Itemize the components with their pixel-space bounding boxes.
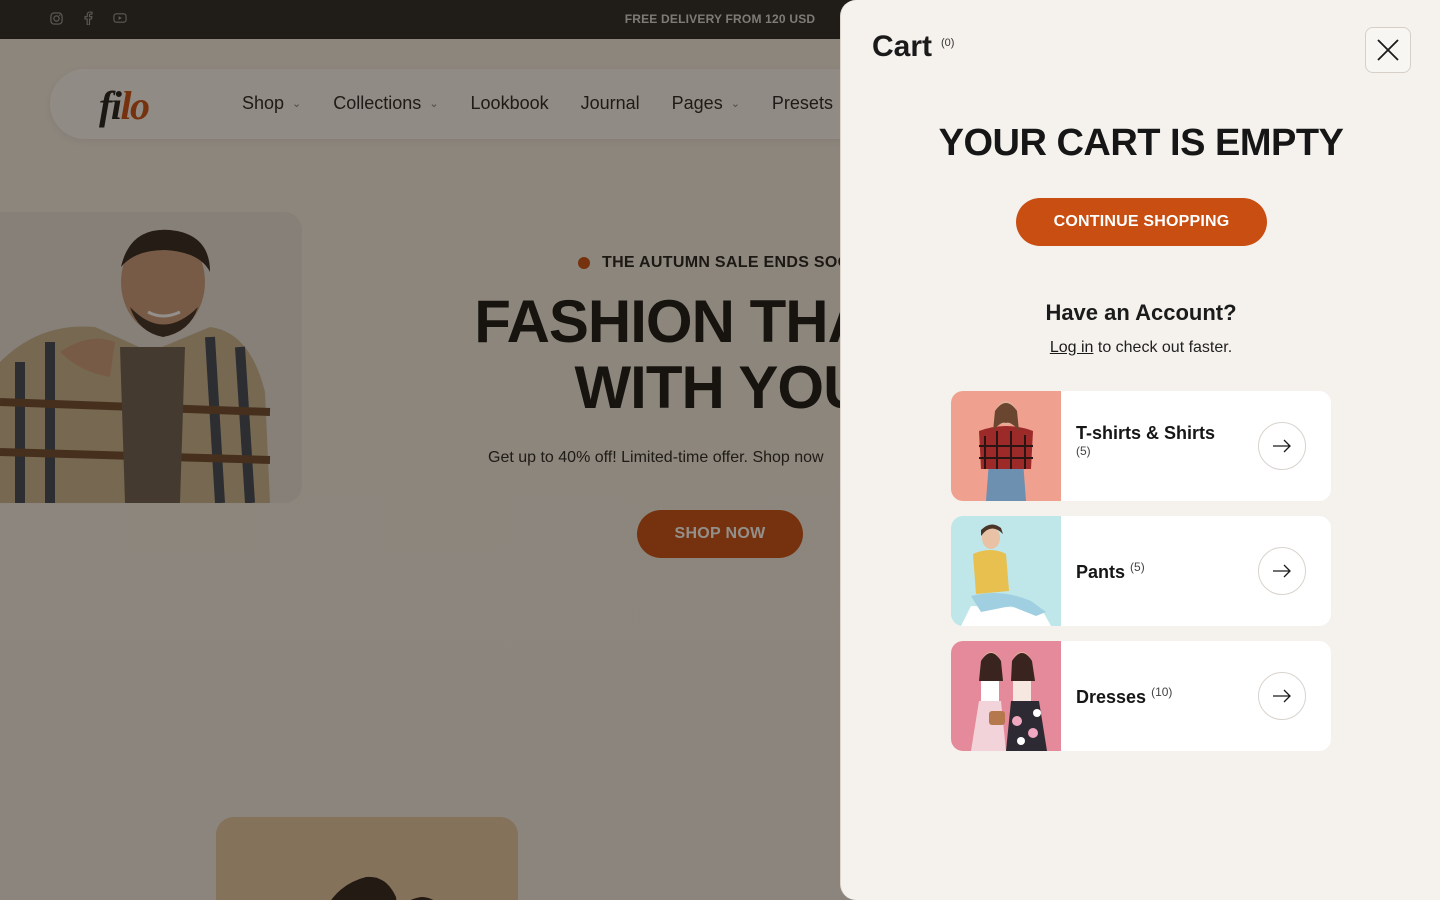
account-heading: Have an Account? bbox=[1045, 300, 1237, 325]
cart-title: Cart bbox=[872, 30, 933, 63]
login-link[interactable]: Log in bbox=[1050, 339, 1094, 356]
category-thumbnail bbox=[951, 391, 1061, 501]
cart-count-badge: (0) bbox=[941, 37, 955, 49]
close-icon bbox=[1377, 39, 1399, 61]
arrow-right-icon[interactable] bbox=[1258, 422, 1306, 470]
category-thumbnail bbox=[951, 516, 1061, 626]
arrow-right-icon[interactable] bbox=[1258, 547, 1306, 595]
empty-cart-heading: YOUR CART IS EMPTY bbox=[938, 122, 1344, 164]
category-card-tshirts[interactable]: T-shirts & Shirts (5) bbox=[951, 391, 1331, 501]
cart-drawer: Cart (0) YOUR CART IS EMPTY CONTINUE SHO… bbox=[840, 0, 1440, 900]
category-thumbnail bbox=[951, 641, 1061, 751]
category-card-dresses[interactable]: Dresses (10) bbox=[951, 641, 1331, 751]
arrow-right-icon[interactable] bbox=[1258, 672, 1306, 720]
category-name: Dresses (10) bbox=[1076, 685, 1173, 707]
category-name: T-shirts & Shirts (5) bbox=[1076, 423, 1216, 458]
close-cart-button[interactable] bbox=[1365, 27, 1411, 73]
category-card-pants[interactable]: Pants (5) bbox=[951, 516, 1331, 626]
category-list: T-shirts & Shirts (5) Pants (5) Dresses … bbox=[951, 391, 1331, 766]
category-name: Pants (5) bbox=[1076, 560, 1145, 582]
account-prompt: Log in to check out faster. bbox=[1049, 339, 1233, 356]
continue-shopping-button[interactable]: CONTINUE SHOPPING bbox=[1016, 198, 1267, 246]
